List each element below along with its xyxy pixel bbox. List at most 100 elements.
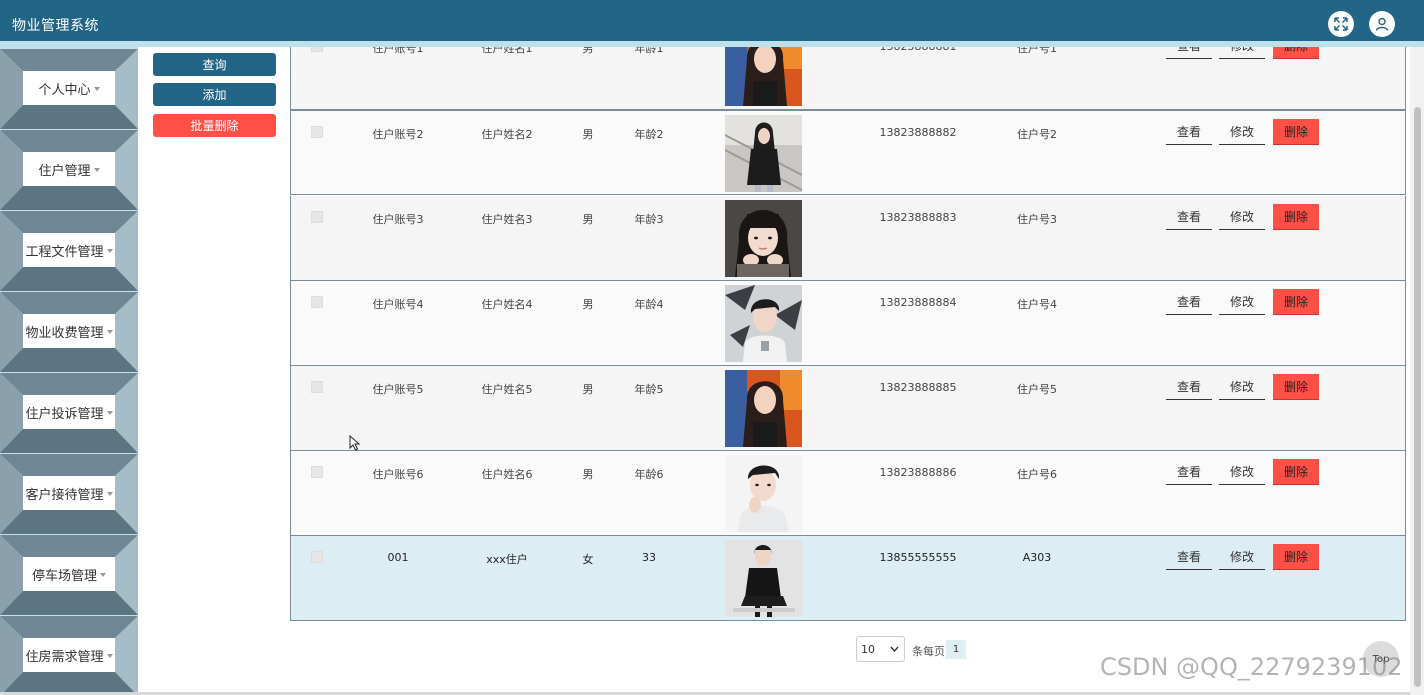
sidebar-item-label: 物业收费管理: [25, 325, 104, 341]
cell-phone: 13823888883: [879, 211, 957, 224]
cell-name: 住户姓名5: [481, 383, 533, 396]
cell-age: 年龄4: [634, 298, 664, 311]
photo-boy-white: [725, 455, 802, 532]
delete-button[interactable]: 删除: [1273, 459, 1319, 485]
cell-house: 住户号2: [1017, 128, 1057, 141]
cell-age: 年龄5: [634, 383, 664, 396]
view-button[interactable]: 查看: [1166, 204, 1212, 230]
row-checkbox[interactable]: [311, 296, 323, 308]
sidebar-item-reception[interactable]: 客户接待管理: [0, 454, 138, 534]
cell-phone: 13823888886: [879, 466, 957, 479]
sidebar-item-complaints[interactable]: 住户投诉管理: [0, 373, 138, 453]
cell-name: 住户姓名2: [481, 128, 533, 141]
view-button[interactable]: 查看: [1166, 47, 1212, 59]
photo-girl-stairs: [724, 115, 803, 192]
edit-button[interactable]: 修改: [1219, 119, 1265, 145]
table-row: 住户账号4 住户姓名4 男 年龄4 13823888884 住户号4 查看 修改…: [290, 281, 1406, 366]
table-row: 001 xxx住户 女 33 13855555555 A303 查看 修改 删除: [290, 536, 1406, 621]
cell-house: 住户号6: [1017, 468, 1057, 481]
cell-age: 年龄6: [634, 468, 664, 481]
row-checkbox[interactable]: [311, 551, 323, 563]
watermark: CSDN @QQ_2279239102: [1100, 653, 1403, 681]
cell-gender: 男: [582, 383, 594, 396]
sidebar-item-housing-demand[interactable]: 住房需求管理: [0, 616, 138, 695]
edit-button[interactable]: 修改: [1219, 47, 1265, 59]
add-button[interactable]: 添加: [153, 83, 276, 106]
row-checkbox[interactable]: [311, 381, 323, 393]
row-checkbox[interactable]: [311, 211, 323, 223]
photo-girl-orange: [725, 47, 802, 106]
delete-button[interactable]: 删除: [1273, 119, 1319, 145]
cell-gender: 女: [582, 553, 594, 566]
row-checkbox[interactable]: [311, 47, 323, 52]
sidebar-item-label: 客户接待管理: [25, 487, 104, 503]
page-scrollbar[interactable]: [1410, 47, 1424, 695]
cell-phone: 13823888884: [879, 296, 957, 309]
batch-delete-button[interactable]: 批量删除: [153, 114, 276, 137]
view-button[interactable]: 查看: [1166, 119, 1212, 145]
cell-account: 住户账号5: [372, 383, 424, 396]
edit-button[interactable]: 修改: [1219, 204, 1265, 230]
edit-button[interactable]: 修改: [1219, 289, 1265, 315]
caret-down-icon: [106, 248, 113, 253]
edit-button[interactable]: 修改: [1219, 544, 1265, 570]
page-size-select[interactable]: 10: [856, 636, 905, 662]
sidebar-item-label: 工程文件管理: [25, 244, 104, 260]
cell-name: 住户姓名3: [481, 213, 533, 226]
cell-house: 住户号5: [1017, 383, 1057, 396]
view-button[interactable]: 查看: [1166, 544, 1212, 570]
cell-house: 住户号4: [1017, 298, 1057, 311]
sidebar-item-resident-management[interactable]: 住户管理: [0, 130, 138, 210]
cell-phone: 13855555555: [879, 551, 957, 564]
sidebar-item-personal-center[interactable]: 个人中心: [0, 49, 138, 129]
sidebar-item-property-fees[interactable]: 物业收费管理: [0, 292, 138, 372]
fullscreen-icon[interactable]: [1328, 11, 1354, 37]
cell-phone: 13823888881: [873, 47, 963, 53]
query-button[interactable]: 查询: [153, 53, 276, 76]
chevron-down-icon: [890, 646, 899, 652]
delete-button[interactable]: 删除: [1273, 204, 1319, 230]
sidebar-item-label: 住户投诉管理: [25, 406, 104, 422]
delete-button[interactable]: 删除: [1273, 47, 1319, 59]
sidebar-item-engineering-files[interactable]: 工程文件管理: [0, 211, 138, 291]
photo-woman-suit: [725, 540, 802, 617]
cell-account: 住户账号4: [372, 298, 424, 311]
cell-account: 住户账号2: [372, 128, 424, 141]
table-row: 住户账号6 住户姓名6 男 年龄6 13823888886 住户号6 查看 修改…: [290, 451, 1406, 536]
table-row: 住户账号3 住户姓名3 男 年龄3 13823888883 住户号3 查看 修改…: [290, 196, 1406, 281]
photo-girl-hands: [725, 200, 802, 277]
cell-gender: 男: [582, 213, 594, 226]
per-page-label: 条每页: [912, 645, 945, 658]
row-checkbox[interactable]: [311, 466, 323, 478]
cell-account: 住户账号6: [372, 468, 424, 481]
edit-button[interactable]: 修改: [1219, 374, 1265, 400]
delete-button[interactable]: 删除: [1273, 374, 1319, 400]
row-checkbox[interactable]: [311, 126, 323, 138]
sidebar-item-label: 停车场管理: [31, 568, 97, 584]
view-button[interactable]: 查看: [1166, 374, 1212, 400]
app-title: 物业管理系统: [12, 18, 99, 34]
caret-down-icon: [93, 167, 100, 172]
cell-account: 住户账号1: [372, 47, 424, 55]
edit-button[interactable]: 修改: [1219, 459, 1265, 485]
caret-down-icon: [106, 329, 113, 334]
view-button[interactable]: 查看: [1166, 289, 1212, 315]
user-icon[interactable]: [1369, 11, 1395, 37]
scrollbar-thumb[interactable]: [1414, 107, 1421, 687]
table-row: 住户账号2 住户姓名2 男 年龄2 13823888882 住户号2 查看 修改…: [290, 110, 1406, 195]
view-button[interactable]: 查看: [1166, 459, 1212, 485]
cell-age: 年龄2: [634, 128, 664, 141]
sidebar-item-label: 个人中心: [38, 82, 91, 98]
cell-house: 住户号1: [1017, 47, 1057, 55]
cell-age: 33: [642, 551, 656, 564]
sidebar-item-parking[interactable]: 停车场管理: [0, 535, 138, 615]
cell-name: 住户姓名6: [481, 468, 533, 481]
page-number-current[interactable]: 1: [946, 640, 966, 659]
cell-age: 年龄1: [634, 47, 664, 55]
mouse-cursor-icon: [349, 434, 361, 455]
delete-button[interactable]: 删除: [1273, 289, 1319, 315]
delete-button[interactable]: 删除: [1273, 544, 1319, 570]
caret-down-icon: [93, 86, 100, 91]
table-row: 住户账号1 住户姓名1 男 年龄1 13823888881 住户号1 查看 修改…: [290, 47, 1406, 110]
caret-down-icon: [106, 410, 113, 415]
